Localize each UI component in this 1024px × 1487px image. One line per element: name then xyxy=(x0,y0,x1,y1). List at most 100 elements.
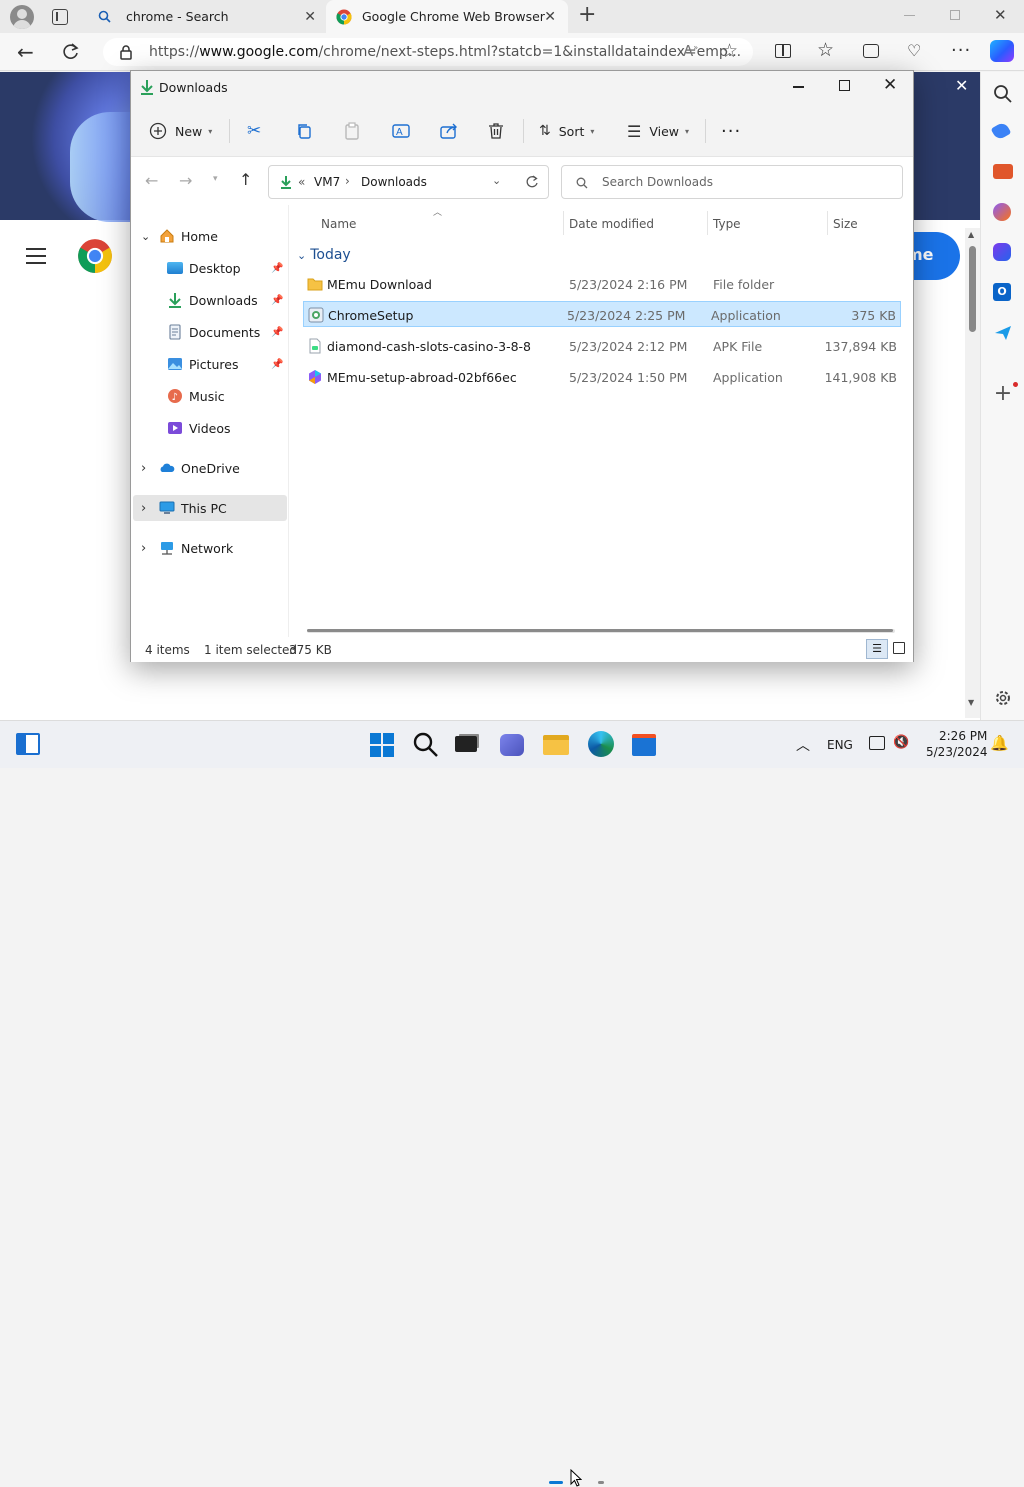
back-arrow-icon[interactable]: ← xyxy=(145,171,158,190)
read-aloud-icon[interactable]: A» xyxy=(683,42,698,60)
new-button[interactable]: New ▾ xyxy=(149,105,212,157)
restore-icon[interactable] xyxy=(950,10,960,20)
refresh-icon[interactable] xyxy=(62,43,80,61)
sidebar-item-onedrive[interactable]: › OneDrive xyxy=(131,455,287,481)
network-status-icon[interactable] xyxy=(869,736,885,750)
recent-locations-chevron-icon[interactable]: ▾ xyxy=(213,174,218,184)
breadcrumb-vm7[interactable]: VM7 xyxy=(314,175,340,189)
cut-button[interactable]: ✂ xyxy=(247,105,261,157)
forward-arrow-icon[interactable]: → xyxy=(179,171,192,190)
scroll-thumb[interactable] xyxy=(969,246,976,332)
details-view-button[interactable]: ☰ xyxy=(866,639,888,659)
tab-actions-icon[interactable] xyxy=(52,9,68,25)
games-icon[interactable] xyxy=(993,203,1011,221)
profile-avatar[interactable] xyxy=(10,5,34,29)
task-view-icon[interactable] xyxy=(455,736,477,752)
column-header-name[interactable]: Name xyxy=(321,217,356,231)
minimize-icon[interactable] xyxy=(904,15,915,16)
rename-button[interactable]: A xyxy=(392,105,410,157)
group-header-today[interactable]: ⌄ Today xyxy=(297,247,351,263)
refresh-icon[interactable] xyxy=(525,175,539,189)
scroll-down-icon[interactable]: ▼ xyxy=(968,698,974,707)
pin-icon[interactable]: 📌 xyxy=(271,295,283,306)
sidebar-item-videos[interactable]: Videos xyxy=(131,415,287,441)
microsoft-store-icon[interactable] xyxy=(632,734,656,756)
search-icon[interactable] xyxy=(993,84,1013,104)
pin-icon[interactable]: 📌 xyxy=(271,263,283,274)
clock-time[interactable]: 2:26 PM xyxy=(939,729,987,743)
tab-active[interactable]: Google Chrome Web Browser ✕ xyxy=(326,0,568,33)
url-field[interactable]: https://www.google.com/chrome/next-steps… xyxy=(103,38,753,66)
share-button[interactable] xyxy=(440,105,458,157)
clock-date[interactable]: 5/23/2024 xyxy=(926,745,988,759)
windows-start-icon[interactable] xyxy=(368,731,396,759)
scroll-up-icon[interactable]: ▲ xyxy=(968,230,974,239)
notification-bell-icon[interactable]: 🔔 xyxy=(990,734,1009,752)
sort-button[interactable]: ⇅ Sort ▾ xyxy=(539,105,594,157)
minimize-icon[interactable] xyxy=(793,86,804,88)
collections-icon[interactable] xyxy=(863,44,879,58)
settings-gear-icon[interactable] xyxy=(993,688,1013,708)
send-icon[interactable] xyxy=(993,323,1013,343)
close-icon[interactable]: ✕ xyxy=(544,9,556,25)
back-arrow-icon[interactable]: ← xyxy=(17,40,34,64)
chevron-down-icon[interactable]: ⌄ xyxy=(492,174,501,187)
microsoft-365-icon[interactable] xyxy=(993,243,1011,261)
close-icon[interactable]: ✕ xyxy=(883,75,897,95)
column-header-type[interactable]: Type xyxy=(713,217,741,231)
column-header-size[interactable]: Size xyxy=(833,217,858,231)
volume-muted-icon[interactable]: 🔇 xyxy=(893,735,909,750)
tab-search[interactable]: chrome - Search ✕ xyxy=(88,0,326,33)
copilot-icon[interactable] xyxy=(990,40,1014,62)
sidebar-item-pictures[interactable]: Pictures 📌 xyxy=(131,351,287,377)
sidebar-item-home[interactable]: ⌄ Home xyxy=(131,223,287,249)
copy-button[interactable] xyxy=(296,105,312,157)
tools-icon[interactable] xyxy=(993,164,1013,179)
banner-close-icon[interactable]: ✕ xyxy=(955,76,968,95)
file-row[interactable]: MEmu-setup-abroad-02bf66ec 5/23/2024 1:5… xyxy=(303,364,901,390)
address-box[interactable]: « VM7 › Downloads ⌄ xyxy=(268,165,549,199)
close-icon[interactable]: ✕ xyxy=(304,9,316,25)
edge-browser-icon[interactable] xyxy=(588,731,614,757)
browser-essentials-icon[interactable]: ♡ xyxy=(907,41,921,60)
up-arrow-icon[interactable]: ↑ xyxy=(239,170,252,189)
page-scrollbar[interactable]: ▲ ▼ xyxy=(965,228,980,718)
sidebar-item-music[interactable]: ♪ Music xyxy=(131,383,287,409)
widgets-icon[interactable] xyxy=(16,733,40,755)
see-more-button[interactable]: ··· xyxy=(721,105,741,157)
breadcrumb-overflow[interactable]: « xyxy=(298,175,305,189)
file-row[interactable]: diamond-cash-slots-casino-3-8-8 5/23/202… xyxy=(303,333,901,359)
close-window-icon[interactable]: ✕ xyxy=(994,6,1007,24)
view-button[interactable]: ☰ View ▾ xyxy=(627,105,689,157)
column-header-date[interactable]: Date modified xyxy=(569,217,654,231)
favorites-icon[interactable]: ☆ xyxy=(817,39,834,61)
search-icon[interactable] xyxy=(412,731,440,759)
pin-icon[interactable]: 📌 xyxy=(271,359,283,370)
more-menu-icon[interactable]: ··· xyxy=(951,40,971,61)
sidebar-item-this-pc[interactable]: › This PC xyxy=(133,495,287,521)
breadcrumb-downloads[interactable]: Downloads xyxy=(361,175,427,189)
file-row-selected[interactable]: ChromeSetup 5/23/2024 2:25 PM Applicatio… xyxy=(303,301,901,327)
scroll-thumb[interactable] xyxy=(307,629,893,632)
new-tab-button[interactable]: + xyxy=(578,4,596,26)
split-screen-icon[interactable] xyxy=(775,44,791,58)
pin-icon[interactable]: 📌 xyxy=(271,327,283,338)
shopping-tag-icon[interactable] xyxy=(990,120,1012,142)
show-hidden-icons-chevron[interactable]: ︿ xyxy=(796,735,810,755)
file-row[interactable]: MEmu Download 5/23/2024 2:16 PM File fol… xyxy=(303,271,901,297)
large-icons-view-button[interactable] xyxy=(893,642,905,654)
teams-chat-icon[interactable] xyxy=(500,734,524,756)
horizontal-scrollbar[interactable] xyxy=(307,629,895,633)
outlook-icon[interactable]: O xyxy=(993,283,1011,301)
maximize-icon[interactable] xyxy=(839,80,850,91)
sidebar-item-documents[interactable]: Documents 📌 xyxy=(131,319,287,345)
hamburger-menu-icon[interactable] xyxy=(26,248,46,264)
sidebar-item-network[interactable]: › Network xyxy=(131,535,287,561)
paste-button[interactable] xyxy=(344,105,360,157)
file-explorer-taskbar-icon[interactable] xyxy=(543,735,569,755)
sidebar-item-downloads[interactable]: Downloads 📌 xyxy=(131,287,287,313)
sidebar-item-desktop[interactable]: Desktop 📌 xyxy=(131,255,287,281)
search-box[interactable]: Search Downloads xyxy=(561,165,903,199)
favorite-star-icon[interactable]: ☆ xyxy=(721,40,738,62)
delete-button[interactable] xyxy=(488,105,504,157)
